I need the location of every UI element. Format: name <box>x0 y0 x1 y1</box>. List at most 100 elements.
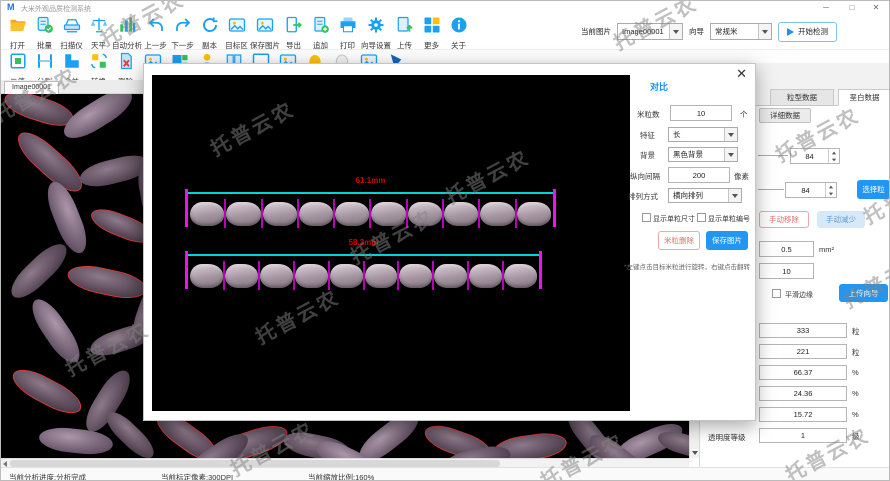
aligned-grain[interactable] <box>434 264 467 288</box>
undo-button[interactable]: 上一步 <box>142 14 169 51</box>
stat-input-0[interactable]: 333 <box>759 323 847 338</box>
minimize-button[interactable]: ─ <box>815 1 837 14</box>
wizard-select[interactable]: 常规米 <box>710 23 772 40</box>
background-value: 黑色背景 <box>669 149 724 160</box>
aligned-grain[interactable] <box>299 202 333 226</box>
show-size-checkbox[interactable] <box>642 213 651 222</box>
about-icon <box>450 16 468 39</box>
smooth-edge-checkbox[interactable] <box>772 289 781 298</box>
close-button[interactable]: ✕ <box>865 1 887 14</box>
export-icon <box>285 16 303 39</box>
detail-data-button[interactable]: 详细数据 <box>759 108 811 123</box>
feature-select[interactable]: 长 <box>668 127 738 142</box>
compare-dialog: ✕ 对比 61.1mm58.3mm 米粒数 10 个 特征 长 背景 黑色背景 … <box>143 63 756 421</box>
threshold2-slider[interactable] <box>758 189 784 190</box>
min-value-input[interactable]: 10 <box>759 263 814 279</box>
toolbar-item-label: 天平 <box>91 40 106 51</box>
horizontal-scrollbar[interactable] <box>1 458 689 467</box>
aligned-grain[interactable] <box>330 264 363 288</box>
measure-length-label-0: 61.1mm <box>187 176 554 185</box>
redo-button[interactable]: 下一步 <box>169 14 196 51</box>
stat-unit-0: 粒 <box>852 326 860 337</box>
grain-count-input[interactable]: 10 <box>670 105 732 121</box>
toolbar-item-label: 打开 <box>10 40 25 51</box>
horizontal-scroll-thumb[interactable] <box>10 460 500 467</box>
more-button[interactable]: 更多 <box>418 14 445 51</box>
toolbar-right-group: 当前图片 Image00001 向导 常规米 开始检测 <box>581 22 837 42</box>
spacing-input[interactable]: 200 <box>668 167 730 183</box>
aligned-grain[interactable] <box>517 202 551 226</box>
threshold2-stepper[interactable] <box>825 183 836 197</box>
current-image-select[interactable]: Image00001 <box>617 23 683 40</box>
upload-button[interactable]: 上传 <box>391 14 418 51</box>
transparency-input[interactable]: 1 <box>759 428 847 443</box>
status-zoom: 当前缩放比例:160% <box>308 472 374 481</box>
background-select[interactable]: 黑色背景 <box>668 147 738 162</box>
aligned-grain[interactable] <box>226 202 260 226</box>
aligned-grain[interactable] <box>190 202 224 226</box>
export-button[interactable]: 导出 <box>280 14 307 51</box>
toolbar-item-label: 自动分析 <box>112 40 142 51</box>
dialog-close-icon[interactable]: ✕ <box>736 66 747 82</box>
threshold2-spinner[interactable]: 84 <box>785 182 837 198</box>
more-icon <box>423 16 441 39</box>
stat-input-2[interactable]: 66.37 <box>759 365 847 380</box>
copy-refresh-button[interactable]: 副本 <box>196 14 223 51</box>
target-area-button[interactable]: 目标区 <box>223 14 250 51</box>
threshold1-spinner[interactable]: 84 <box>790 148 840 164</box>
save-image-button[interactable]: 保存图片 <box>250 14 280 51</box>
about-button[interactable]: 关于 <box>445 14 472 51</box>
image-tab[interactable]: Image00001 <box>4 81 59 94</box>
append-button[interactable]: 追加 <box>307 14 334 51</box>
scanner-button[interactable]: 扫描仪 <box>58 14 85 51</box>
save-image-button[interactable]: 保存图片 <box>706 231 748 250</box>
grain-count-label: 米粒数 <box>637 109 660 120</box>
scroll-down-icon[interactable] <box>692 451 698 455</box>
aligned-grain[interactable] <box>469 264 502 288</box>
compare-canvas[interactable]: 61.1mm58.3mm <box>152 75 630 411</box>
start-detection-button[interactable]: 开始检测 <box>778 22 837 42</box>
scale-button[interactable]: 天平 <box>85 14 112 51</box>
threshold1-stepper[interactable] <box>828 149 839 163</box>
app-title: 大米外观品质检测系统 <box>21 4 91 14</box>
aligned-grain[interactable] <box>371 202 405 226</box>
wizard-settings-button[interactable]: 向导设置 <box>361 14 391 51</box>
rice-grain <box>8 363 87 421</box>
arrangement-select[interactable]: 横向排列 <box>668 188 742 203</box>
stat-input-3[interactable]: 24.36 <box>759 386 847 401</box>
aligned-grain[interactable] <box>190 264 223 288</box>
tab-chalkiness-data[interactable]: 垩白数据 <box>838 89 890 106</box>
aligned-grain[interactable] <box>365 264 398 288</box>
save-image-icon <box>256 16 274 39</box>
feature-value: 长 <box>669 129 724 140</box>
grain-delete-button[interactable]: 米粒删除 <box>658 231 700 250</box>
aligned-grain[interactable] <box>408 202 442 226</box>
select-grain-button[interactable]: 选择粒 <box>857 180 890 199</box>
aligned-grain[interactable] <box>263 202 297 226</box>
maximize-button[interactable]: □ <box>841 1 863 14</box>
print-button[interactable]: 打印 <box>334 14 361 51</box>
manual-remove-button[interactable]: 手动移除 <box>759 211 809 228</box>
grain-count-unit: 个 <box>740 109 748 120</box>
aligned-grain[interactable] <box>260 264 293 288</box>
stat-input-1[interactable]: 221 <box>759 344 847 359</box>
min-area-input[interactable]: 0.5 <box>759 241 814 257</box>
batch-button[interactable]: 批量 <box>31 14 58 51</box>
tab-grain-shape-data[interactable]: 粒型数据 <box>770 89 834 106</box>
measure-line-0 <box>187 192 554 194</box>
threshold1-slider[interactable] <box>758 155 788 156</box>
manual-reduce-button[interactable]: 手动减少 <box>817 211 865 228</box>
aligned-grain[interactable] <box>480 202 514 226</box>
aligned-grain[interactable] <box>444 202 478 226</box>
aligned-grain[interactable] <box>504 264 537 288</box>
transparency-label: 透明度等级 <box>708 432 746 443</box>
aligned-grain[interactable] <box>295 264 328 288</box>
aligned-grain[interactable] <box>335 202 369 226</box>
aligned-grain[interactable] <box>225 264 258 288</box>
aligned-grain[interactable] <box>399 264 432 288</box>
folder-open-button[interactable]: 打开 <box>4 14 31 51</box>
stat-input-4[interactable]: 15.72 <box>759 407 847 422</box>
upload-wizard-button[interactable]: 上传向导 <box>839 284 888 302</box>
auto-analyze-button[interactable]: 自动分析 <box>112 14 142 51</box>
show-number-checkbox[interactable] <box>697 213 706 222</box>
